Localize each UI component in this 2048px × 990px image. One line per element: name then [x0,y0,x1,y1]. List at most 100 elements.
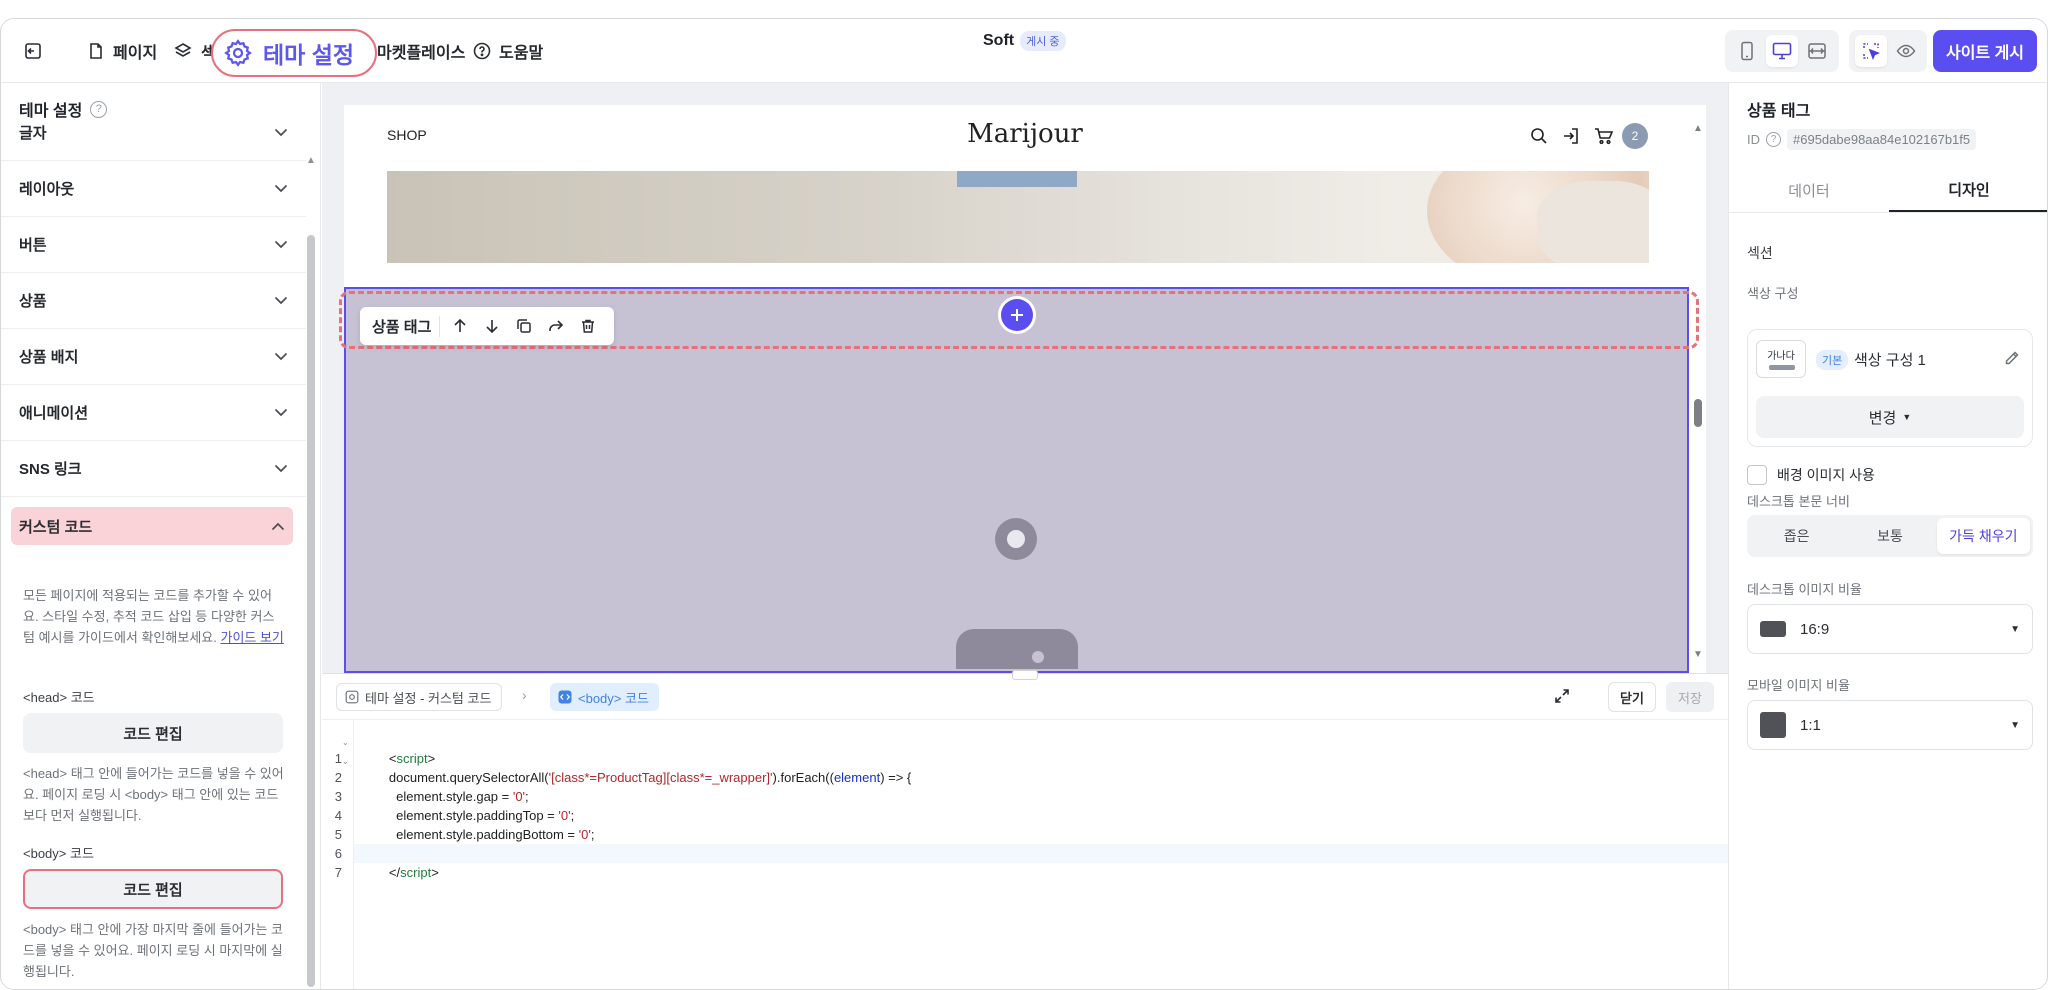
element-id-row: ID ? #695dabe98aa84e102167b1f5 [1747,129,1977,150]
pencil-icon[interactable] [2004,350,2020,366]
accordion-sns-links[interactable]: SNS 링크 [1,441,306,497]
fold-icon[interactable]: ⌄ [342,733,349,752]
close-button[interactable]: 닫기 [1608,682,1656,712]
marketplace-menu[interactable]: 마켓플레이스 [377,19,465,83]
accordion-layout[interactable]: 레이아웃 [1,161,306,217]
accordion-animation[interactable]: 애니메이션 [1,385,306,441]
desktop-icon [1772,42,1792,60]
background-image-option[interactable]: 배경 이미지 사용 [1747,465,1875,485]
spinner-center [1007,530,1025,548]
sections-menu[interactable]: 섹 [173,19,216,83]
breadcrumb-current-label: <body> 코드 [578,690,649,706]
cart-icon[interactable] [1594,127,1614,145]
code-icon [558,690,572,704]
section-toolbar-name: 상품 태그 [372,315,441,337]
width-option-full[interactable]: 가득 채우기 [1936,518,2030,554]
canvas-scroll-up-arrow[interactable]: ▲ [1693,123,1703,134]
change-color-scheme-button[interactable]: 변경 ▼ [1756,396,2024,438]
accordion-label: 상품 [19,293,47,310]
theme-settings-button[interactable]: 테마 설정 [211,29,377,77]
section-heading: 섹션 [1747,245,1773,261]
login-icon[interactable] [1562,127,1580,145]
hero-image-detail [1537,181,1649,263]
accordion-label: 레이아웃 [19,181,75,198]
caret-down-icon: ▼ [1902,412,1912,422]
width-option-normal[interactable]: 보통 [1843,518,1936,554]
code-line: 1 ⌄ <script> [335,730,1728,766]
line-number: 7 [334,865,342,880]
section-toolbar: 상품 태그 [360,307,614,345]
accordion-product-badge[interactable]: 상품 배지 [1,329,306,385]
body-code-description: <body> 태그 안에 가장 마지막 줄에 들어가는 코드를 넣을 수 있어요… [23,922,284,979]
breadcrumb-current[interactable]: <body> 코드 [550,683,659,711]
panel-scrollbar[interactable] [307,235,315,987]
page-icon [87,42,105,60]
add-section-button[interactable] [1001,299,1033,331]
preview-button[interactable] [1890,35,1922,67]
code-line: 4 element.style.paddingTop = '0'; [335,787,1728,823]
guide-link[interactable]: 가이드 보기 [220,630,283,645]
mobile-view-button[interactable] [1731,35,1763,67]
breadcrumb-parent[interactable]: 테마 설정 - 커스텀 코드 [336,683,503,711]
theme-settings-label: 테마 설정 [263,42,355,68]
share-button[interactable] [544,314,568,338]
duplicate-button[interactable] [512,314,536,338]
tab-design[interactable]: 디자인 [1889,169,2047,212]
help-icon[interactable]: ? [1766,132,1781,147]
desktop-view-button[interactable] [1765,35,1798,67]
canvas-scroll-down-arrow[interactable]: ▼ [1693,649,1703,660]
hero-image [387,171,1649,263]
code-line: 6}); [335,825,1728,861]
mobile-ratio-select[interactable]: 1:1 ▼ [1747,700,2033,750]
pages-menu[interactable]: 페이지 [87,19,157,83]
accordion-custom-code[interactable]: 커스텀 코드 [11,507,293,545]
element-id-value[interactable]: #695dabe98aa84e102167b1f5 [1787,129,1977,150]
site-name: Soft [983,32,1015,49]
help-label: 도움말 [499,45,544,62]
app-window: 페이지 섹 마켓플레이스 도움말 테마 설정 Soft 게시 중 사이트 게시 … [0,18,2048,990]
scrollbar-thumb[interactable] [307,235,315,987]
select-tool-button[interactable] [1854,35,1887,67]
search-icon[interactable] [1530,127,1548,145]
line-number: 4 [334,808,342,823]
accordion-typography[interactable]: 글자 [1,105,306,161]
head-code-edit-button[interactable]: 코드 편집 [23,713,283,753]
editor-canvas: SHOP Marijour 2 [322,83,1728,673]
accordion-label: 커스텀 코드 [19,518,93,536]
background-image-checkbox[interactable] [1747,465,1767,485]
delete-button[interactable] [576,314,600,338]
mobile-icon [1740,41,1754,61]
publish-site-button[interactable]: 사이트 게시 [1933,30,2037,72]
caret-down-icon: ▼ [2010,719,2020,731]
save-button[interactable]: 저장 [1666,682,1714,712]
exit-button[interactable] [23,19,43,83]
change-label: 변경 [1868,409,1897,427]
move-down-button[interactable] [480,314,504,338]
accordion-product[interactable]: 상품 [1,273,306,329]
fullwidth-view-button[interactable] [1801,35,1833,67]
line-number: 3 [334,789,342,804]
body-code-edit-button[interactable]: 코드 편집 [23,869,283,909]
accordion-button[interactable]: 버튼 [1,217,306,273]
move-up-button[interactable] [448,314,472,338]
share-icon [548,318,564,334]
swatch-text: 가나다 [1767,351,1795,362]
canvas-scrollbar-thumb[interactable] [1694,399,1702,427]
chevron-down-icon [274,184,288,193]
tab-data[interactable]: 데이터 [1729,169,1889,212]
desktop-ratio-select[interactable]: 16:9 ▼ [1747,604,2033,654]
properties-title: 상품 태그 [1747,103,1811,120]
plus-icon [1009,307,1025,323]
color-scheme-name: 색상 구성 1 [1854,352,1926,369]
layers-icon [173,41,193,61]
scroll-up-arrow[interactable]: ▲ [306,155,316,166]
help-menu[interactable]: 도움말 [473,19,543,83]
expand-icon[interactable] [1554,688,1570,704]
accordion-label: 애니메이션 [19,405,89,422]
fit-width-icon [1807,42,1827,60]
fold-icon[interactable]: ⌄ [342,752,349,771]
width-option-narrow[interactable]: 좁은 [1750,518,1843,554]
code-area[interactable]: 1 ⌄ <script> 2 ⌄ document.querySelectorAll('… [335,720,1728,989]
theme-settings-panel: 테마 설정 ? 글자 레이아웃 버튼 상품 상품 배지 애니메이션 SNS 링크… [1,83,321,989]
body-code-label: <body> 코드 [23,846,94,861]
